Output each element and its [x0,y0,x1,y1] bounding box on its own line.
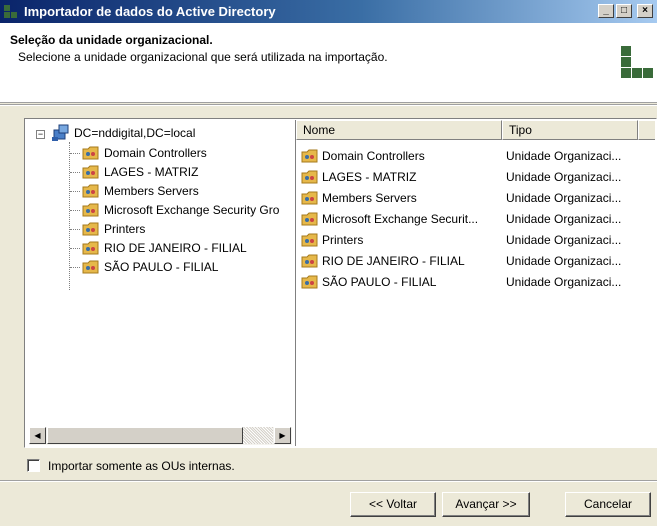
row-nome: Members Servers [322,191,417,205]
app-icon [4,5,17,18]
scroll-thumb[interactable] [47,427,243,444]
row-nome: Microsoft Exchange Securit... [322,212,479,226]
wizard-header: Seleção da unidade organizacional. Selec… [0,23,657,103]
tree-horizontal-scrollbar[interactable]: ◀ ▶ [29,427,292,445]
ou-folder-icon [82,241,99,255]
back-button[interactable]: << Voltar [350,492,436,517]
scroll-right-button[interactable]: ▶ [274,427,291,444]
ou-folder-icon [301,275,318,289]
row-tipo: Unidade Organizaci... [506,149,622,163]
tree-item-label: Members Servers [104,184,199,198]
ou-folder-icon [301,191,318,205]
window-title: Importador de dados do Active Directory [24,4,276,19]
ou-folder-icon [82,184,99,198]
scroll-track[interactable] [243,427,273,444]
row-nome: RIO DE JANEIRO - FILIAL [322,254,465,268]
internal-ous-checkbox[interactable] [27,459,40,472]
table-row[interactable]: Microsoft Exchange Securit... Unidade Or… [296,209,655,229]
column-header-tipo[interactable]: Tipo [502,120,638,140]
column-header-filler [638,120,655,140]
tree-root[interactable]: − DC=nddigital,DC=local [26,124,290,142]
close-button[interactable]: × [637,4,653,18]
footer-separator [0,480,657,482]
tree-item-label: LAGES - MATRIZ [104,165,199,179]
minimize-button[interactable]: _ [598,4,614,18]
ou-folder-icon [82,203,99,217]
row-nome: Printers [322,233,364,247]
ou-folder-icon [301,233,318,247]
row-nome: LAGES - MATRIZ [322,170,417,184]
ou-folder-icon [82,165,99,179]
maximize-button[interactable]: □ [616,4,632,18]
cancel-button[interactable]: Cancelar [565,492,651,517]
tree-item-label: Printers [104,222,146,236]
tree-item-label: SÃO PAULO - FILIAL [104,260,219,274]
table-row[interactable]: Domain Controllers Unidade Organizaci... [296,146,655,166]
scroll-left-button[interactable]: ◀ [29,427,46,444]
table-row[interactable]: LAGES - MATRIZ Unidade Organizaci... [296,167,655,187]
ou-folder-icon [301,170,318,184]
ou-tree[interactable]: − DC=nddigital,DC=local Domain Controlle… [26,120,292,446]
row-nome: Domain Controllers [322,149,425,163]
step-title: Seleção da unidade organizacional. [10,33,213,47]
ou-folder-icon [301,212,318,226]
table-row[interactable]: Members Servers Unidade Organizaci... [296,188,655,208]
step-subtitle: Selecione a unidade organizacional que s… [18,50,388,64]
row-tipo: Unidade Organizaci... [506,191,622,205]
row-tipo: Unidade Organizaci... [506,170,622,184]
collapse-toggle[interactable]: − [36,130,45,139]
table-row[interactable]: Printers Unidade Organizaci... [296,230,655,250]
row-tipo: Unidade Organizaci... [506,233,622,247]
tree-item-label: Microsoft Exchange Security Gro [104,203,280,217]
ou-folder-icon [82,146,99,160]
ou-folder-icon [301,254,318,268]
next-button[interactable]: Avançar >> [442,492,530,517]
row-tipo: Unidade Organizaci... [506,212,622,226]
domain-icon [52,124,69,141]
ou-folder-icon [82,222,99,236]
column-header-nome[interactable]: Nome [296,120,502,140]
title-bar[interactable]: Importador de dados do Active Directory … [0,0,657,23]
table-row[interactable]: SÃO PAULO - FILIAL Unidade Organizaci... [296,272,655,292]
tree-item-label: Domain Controllers [104,146,207,160]
header-separator [0,104,657,106]
ou-list-view[interactable]: Nome Tipo Domain Controllers Unidade Org… [295,120,655,446]
table-row[interactable]: RIO DE JANEIRO - FILIAL Unidade Organiza… [296,251,655,271]
row-tipo: Unidade Organizaci... [506,254,622,268]
wizard-logo [621,46,653,78]
ou-folder-icon [301,149,318,163]
internal-ous-label[interactable]: Importar somente as OUs internas. [48,459,235,473]
ou-selection-panel: − DC=nddigital,DC=local Domain Controlle… [24,118,657,448]
ou-folder-icon [82,260,99,274]
row-nome: SÃO PAULO - FILIAL [322,275,437,289]
tree-item-label: RIO DE JANEIRO - FILIAL [104,241,247,255]
tree-root-label: DC=nddigital,DC=local [74,126,196,140]
row-tipo: Unidade Organizaci... [506,275,622,289]
